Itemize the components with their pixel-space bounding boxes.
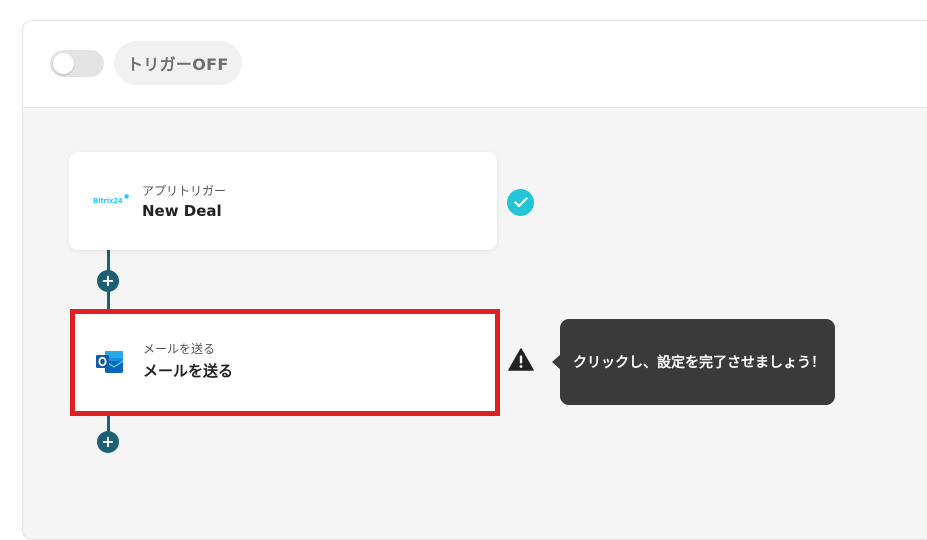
step-title: メールを送る (143, 362, 234, 380)
trigger-toggle[interactable] (50, 50, 104, 77)
warning-icon (508, 348, 534, 372)
setup-hint-tooltip: クリックし、設定を完了させましょう！ (552, 319, 835, 405)
bitrix24-logo-icon: Bitrix24 ● (93, 193, 130, 205)
toggle-knob (53, 53, 74, 74)
trigger-step-card[interactable]: Bitrix24 ● アプリトリガー New Deal (69, 152, 497, 250)
check-icon (507, 189, 534, 216)
tooltip-arrow (552, 354, 561, 370)
add-step-button[interactable]: + (97, 431, 119, 453)
step-subtitle: メールを送る (143, 342, 216, 356)
flow-header: トリガーOFF (23, 21, 927, 108)
step-title: New Deal (142, 202, 222, 220)
step-subtitle: アプリトリガー (142, 184, 227, 198)
add-step-button[interactable]: + (97, 270, 119, 292)
trigger-status-label: トリガーOFF (114, 41, 242, 85)
flow-editor-panel: トリガーOFF Bitrix24 ● アプリトリガー New Deal + メール… (22, 20, 927, 540)
outlook-icon (95, 349, 125, 375)
send-mail-step-card[interactable]: メールを送る メールを送る (70, 309, 500, 416)
tooltip-text: クリックし、設定を完了させましょう！ (573, 355, 825, 371)
